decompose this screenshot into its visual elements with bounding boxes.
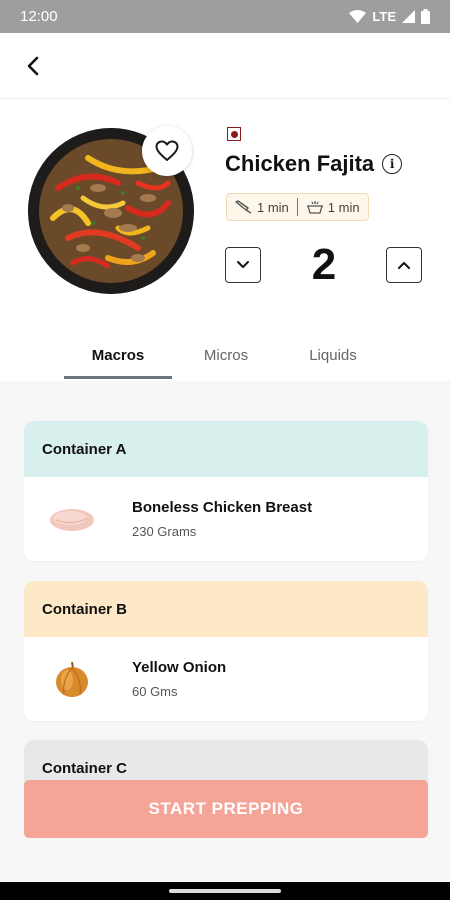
prep-time-label: 1 min (257, 199, 289, 215)
knife-icon (235, 200, 252, 214)
chip-divider (296, 198, 298, 216)
wifi-icon (349, 10, 367, 23)
start-prepping-button[interactable]: START PREPPING (24, 780, 428, 838)
container-card-b: Container B Yellow Onion 60 Gms (24, 581, 428, 721)
ingredient-quantity: 230 Grams (132, 524, 197, 539)
app-bar (0, 33, 450, 99)
chevron-down-icon (237, 261, 249, 268)
ingredient-info: Boneless Chicken Breast 230 Grams (132, 499, 312, 539)
ingredient-info: Yellow Onion 60 Gms (132, 659, 226, 699)
recipe-header: Chicken Fajita i 1 min 1 min 2 Macros Mi… (0, 99, 450, 381)
increase-servings-button[interactable] (386, 247, 422, 283)
prep-time: 1 min (235, 200, 289, 215)
nutrition-tabs: Macros Micros Liquids (0, 329, 450, 381)
container-header: Container A (24, 421, 428, 477)
active-tab-indicator (64, 376, 172, 379)
status-time: 12:00 (20, 8, 58, 25)
tab-macros[interactable]: Macros (64, 329, 172, 381)
battery-icon (421, 9, 430, 24)
chevron-left-icon (27, 56, 39, 75)
ingredient-name: Boneless Chicken Breast (132, 499, 313, 516)
container-header: Container B (24, 581, 428, 637)
network-label: LTE (372, 9, 396, 24)
cooking-pot-icon (306, 201, 323, 214)
info-icon[interactable]: i (382, 154, 403, 174)
heart-icon (155, 140, 179, 161)
recipe-title-row: Chicken Fajita i (225, 151, 403, 177)
favorite-button[interactable] (142, 126, 192, 176)
servings-count: 2 (311, 240, 337, 289)
status-bar: 12:00 LTE (0, 0, 450, 33)
signal-icon (402, 10, 415, 23)
status-icons: LTE (349, 9, 430, 24)
tab-liquids[interactable]: Liquids (280, 329, 386, 381)
decrease-servings-button[interactable] (225, 247, 261, 283)
tab-micros[interactable]: Micros (172, 329, 280, 381)
non-veg-icon (227, 127, 241, 141)
ingredient-name: Yellow Onion (132, 659, 227, 676)
back-button[interactable] (20, 53, 46, 79)
chevron-up-icon (398, 262, 410, 269)
recipe-title: Chicken Fajita (225, 151, 375, 176)
onion-icon (46, 659, 98, 699)
system-nav-bar (0, 882, 450, 900)
ingredient-row[interactable]: Boneless Chicken Breast 230 Grams (24, 477, 428, 561)
container-card-a: Container A Boneless Chicken Breast 230 … (24, 421, 428, 561)
cook-time: 1 min (306, 199, 360, 215)
cook-time-label: 1 min (327, 199, 360, 215)
home-gesture-handle[interactable] (169, 889, 281, 893)
ingredient-quantity: 60 Gms (132, 684, 178, 699)
time-chip: 1 min 1 min (226, 193, 369, 221)
ingredient-row[interactable]: Yellow Onion 60 Gms (24, 637, 428, 721)
chicken-breast-icon (46, 499, 98, 539)
